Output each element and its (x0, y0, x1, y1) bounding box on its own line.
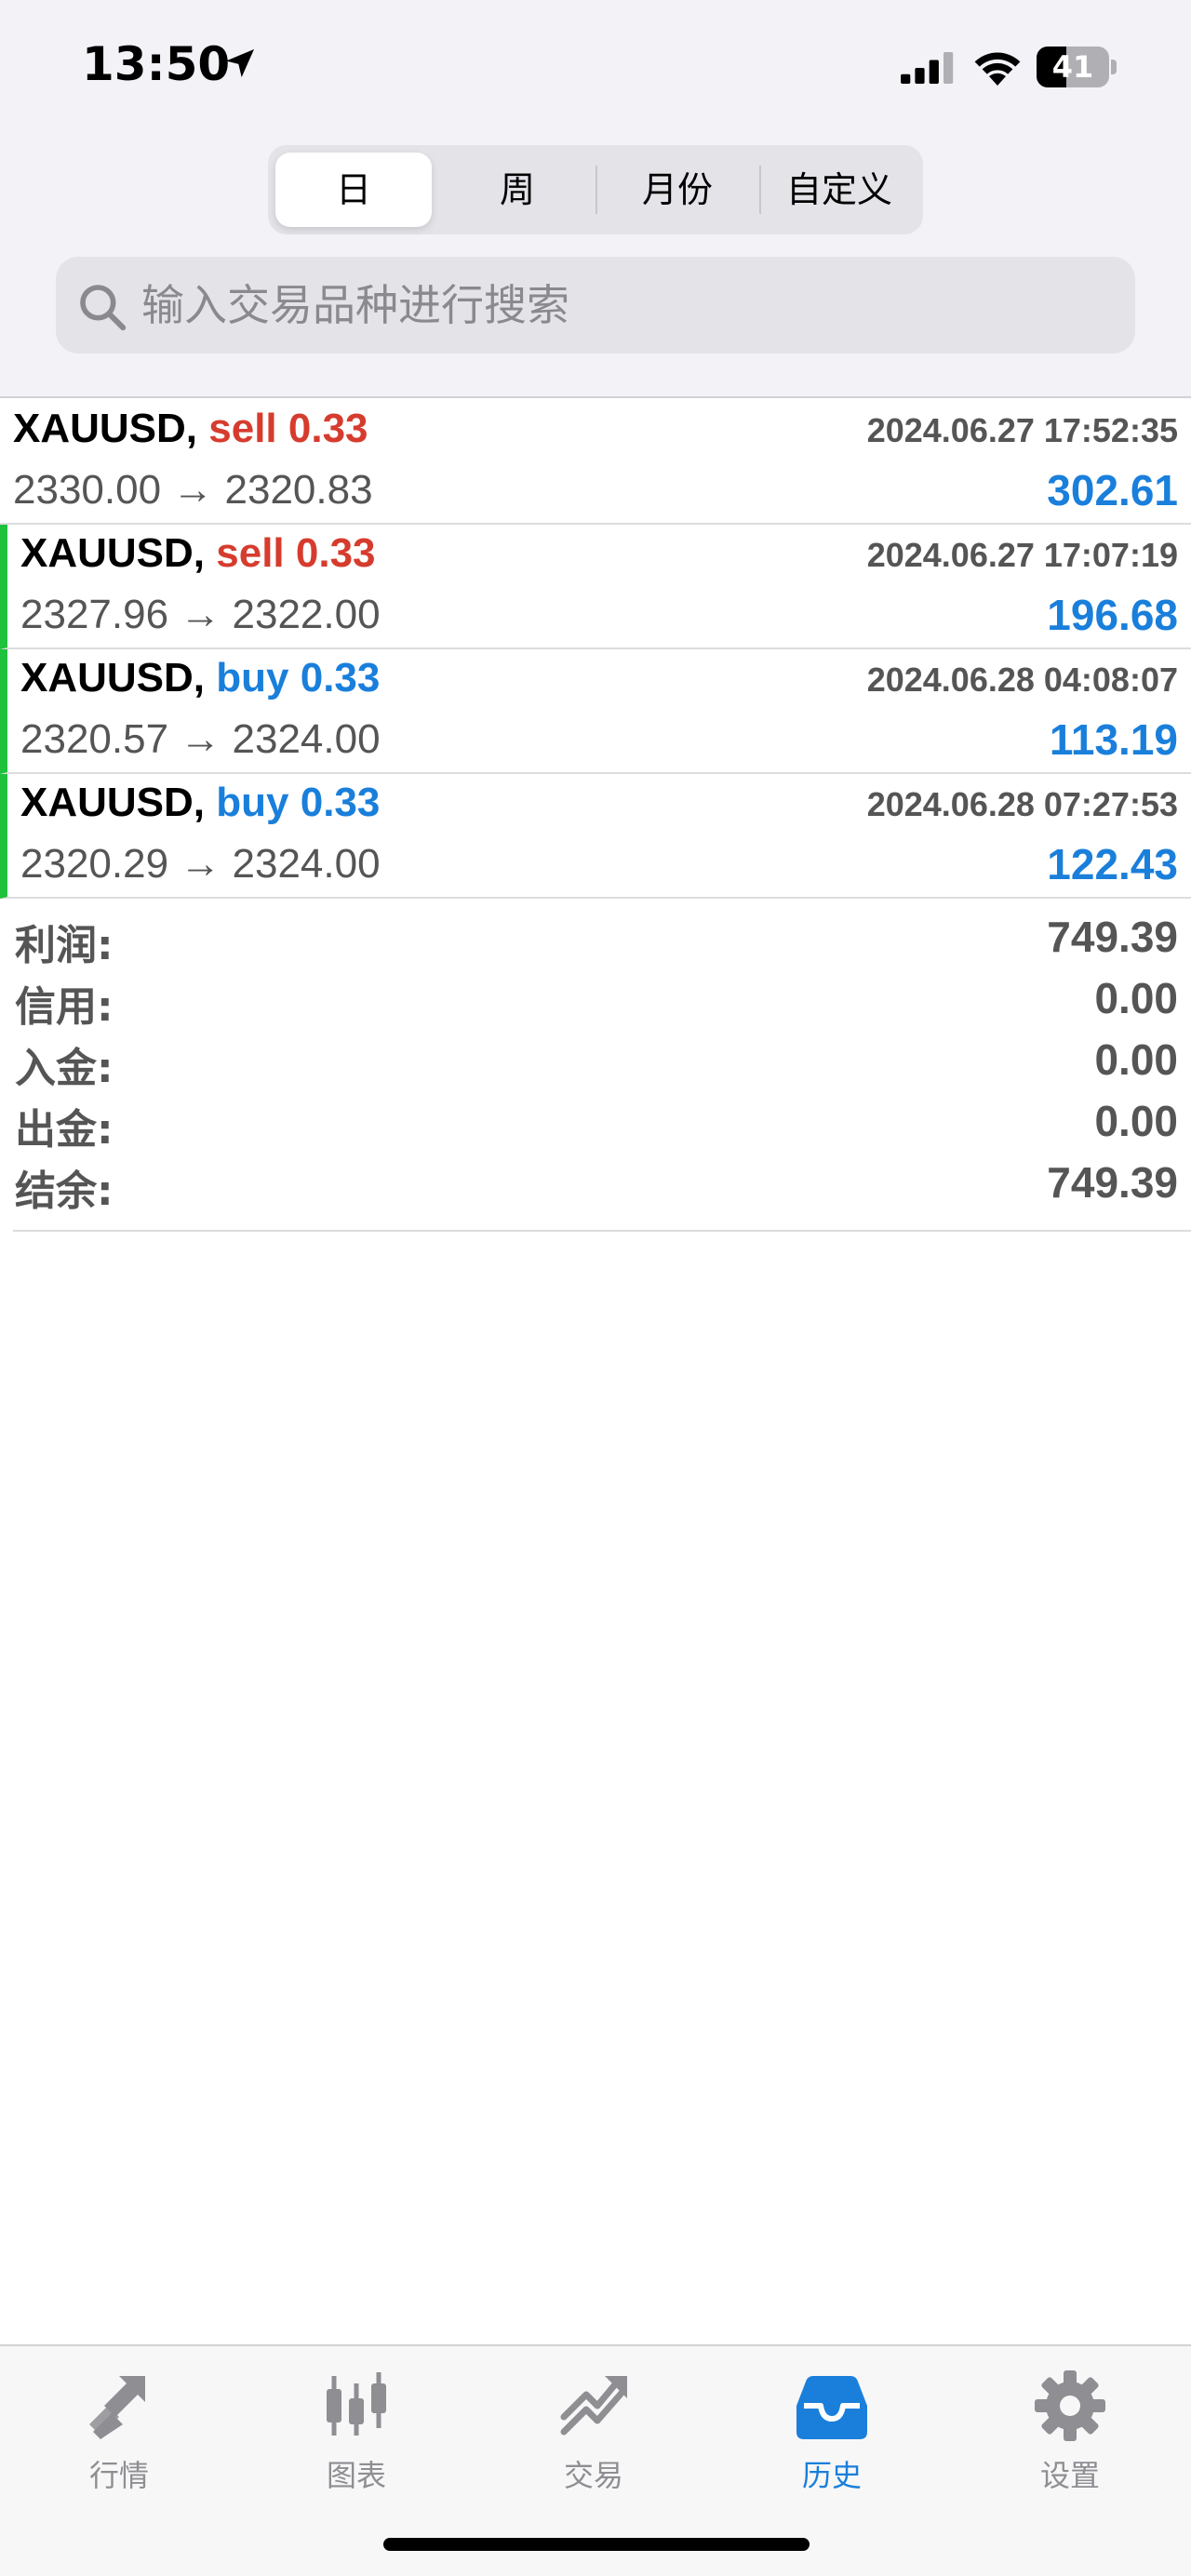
deal-prices: 2320.29 → 2324.00 (20, 841, 381, 888)
search-icon (80, 285, 127, 331)
deal-side: buy (216, 655, 289, 701)
tab-trade[interactable]: 交易 (501, 2359, 687, 2499)
tab-label: 交易 (563, 2458, 623, 2493)
deal-row[interactable]: XAUUSD, sell 0.33 2024.06.27 17:52:35 2330… (0, 400, 1191, 525)
tab-history[interactable]: 历史 (739, 2359, 925, 2499)
arrow-right-icon: → (168, 592, 233, 637)
summary-line: 出金: 0.00 (13, 1092, 1191, 1154)
deal-prices: 2327.96 → 2322.00 (20, 592, 381, 638)
arrow-right-icon: → (161, 467, 225, 513)
deal-symbol-line: XAUUSD, buy 0.33 (20, 655, 381, 701)
deal-time: 2024.06.28 07:27:53 (866, 785, 1178, 823)
segment-month[interactable]: 月份 (597, 153, 757, 227)
header-area: 13:50 41 日 周 月份 自定义 (0, 0, 1191, 398)
deal-symbol-line: XAUUSD, sell 0.33 (13, 406, 368, 451)
deal-symbol: XAUUSD (13, 406, 186, 451)
close-price: 2324.00 (232, 716, 381, 762)
quotes-icon (89, 2376, 145, 2439)
segment-custom[interactable]: 自定义 (761, 153, 917, 227)
close-price: 2322.00 (232, 592, 381, 637)
arrow-right-icon: → (168, 716, 233, 762)
cellular-signal-icon (901, 52, 954, 84)
summary-label: 信用: (15, 983, 114, 1031)
close-price: 2324.00 (232, 841, 381, 887)
home-indicator[interactable] (383, 2538, 810, 2551)
location-arrow-icon (226, 49, 254, 77)
summary-value: 749.39 (1047, 1158, 1178, 1207)
summary-value: 0.00 (1094, 1035, 1178, 1084)
battery-level: 41 (1051, 49, 1094, 85)
summary-line: 入金: 0.00 (13, 1031, 1191, 1092)
deal-list: XAUUSD, sell 0.33 2024.06.27 17:52:35 2330… (0, 400, 1191, 899)
summary-label: 入金: (15, 1045, 114, 1092)
search-bar (56, 257, 1135, 354)
search-input[interactable] (141, 257, 1109, 354)
summary-line: 结余: 749.39 (13, 1154, 1191, 1215)
summary-line: 信用: 0.00 (13, 969, 1191, 1031)
deal-prices: 2320.57 → 2324.00 (20, 716, 381, 763)
summary-label: 利润: (15, 922, 114, 969)
open-price: 2330.00 (13, 467, 162, 513)
tab-label: 设置 (1039, 2458, 1100, 2493)
deal-symbol: XAUUSD (20, 530, 194, 576)
deal-row[interactable]: XAUUSD, buy 0.33 2024.06.28 07:27:53 2320.… (0, 774, 1191, 899)
deal-row[interactable]: XAUUSD, buy 0.33 2024.06.28 04:08:07 2320.… (0, 649, 1191, 774)
history-icon (796, 2376, 867, 2439)
summary-value: 749.39 (1047, 913, 1178, 961)
deal-time: 2024.06.27 17:07:19 (866, 536, 1178, 574)
deal-symbol: XAUUSD (20, 655, 194, 701)
open-price: 2320.57 (20, 716, 169, 762)
summary-label: 出金: (15, 1106, 114, 1154)
deal-row[interactable]: XAUUSD, sell 0.33 2024.06.27 17:07:19 2327… (0, 525, 1191, 649)
tab-settings[interactable]: 设置 (977, 2359, 1163, 2499)
deal-profit: 122.43 (1047, 840, 1178, 888)
gear-icon (1035, 2370, 1105, 2441)
open-price: 2320.29 (20, 841, 169, 887)
close-price: 2320.83 (224, 467, 373, 513)
period-segmented-control: 日 周 月份 自定义 (268, 145, 923, 234)
segment-week[interactable]: 周 (439, 153, 596, 227)
deal-symbol-line: XAUUSD, sell 0.33 (20, 530, 376, 576)
tab-chart[interactable]: 图表 (263, 2359, 449, 2499)
deal-prices: 2330.00 → 2320.83 (13, 467, 373, 514)
battery-indicator: 41 (1037, 47, 1117, 87)
deal-volume: 0.33 (300, 780, 381, 825)
tab-label: 行情 (88, 2458, 149, 2493)
deal-volume: 0.33 (295, 530, 376, 576)
deal-profit: 302.61 (1047, 466, 1178, 514)
summary-line: 利润: 749.39 (13, 908, 1191, 969)
deal-side: sell (216, 530, 285, 576)
deal-symbol: XAUUSD (20, 780, 194, 825)
summary-panel: 利润: 749.39 信用: 0.00 入金: 0.00 出金: 0.00 结余: 749.39 (13, 908, 1191, 1232)
trade-icon (560, 2376, 627, 2436)
chart-icon (327, 2372, 386, 2436)
summary-value: 0.00 (1094, 974, 1178, 1022)
open-price: 2327.96 (20, 592, 169, 637)
segment-day[interactable]: 日 (275, 153, 432, 227)
deal-time: 2024.06.28 04:08:07 (866, 661, 1178, 699)
tab-label: 图表 (326, 2458, 386, 2493)
deal-profit: 113.19 (1049, 715, 1178, 764)
tab-quotes[interactable]: 行情 (26, 2359, 212, 2499)
deal-side: sell (208, 406, 277, 451)
tab-label: 历史 (801, 2458, 862, 2493)
deal-volume: 0.33 (300, 655, 381, 701)
deal-side: buy (216, 780, 289, 825)
deal-volume: 0.33 (288, 406, 368, 451)
deal-profit: 196.68 (1047, 591, 1178, 639)
wifi-icon (974, 52, 1021, 86)
arrow-right-icon: → (168, 841, 233, 887)
deal-symbol-line: XAUUSD, buy 0.33 (20, 780, 381, 825)
summary-label: 结余: (15, 1168, 114, 1215)
status-time: 13:50 (82, 37, 231, 91)
deal-time: 2024.06.27 17:52:35 (866, 411, 1178, 449)
summary-value: 0.00 (1094, 1097, 1178, 1145)
